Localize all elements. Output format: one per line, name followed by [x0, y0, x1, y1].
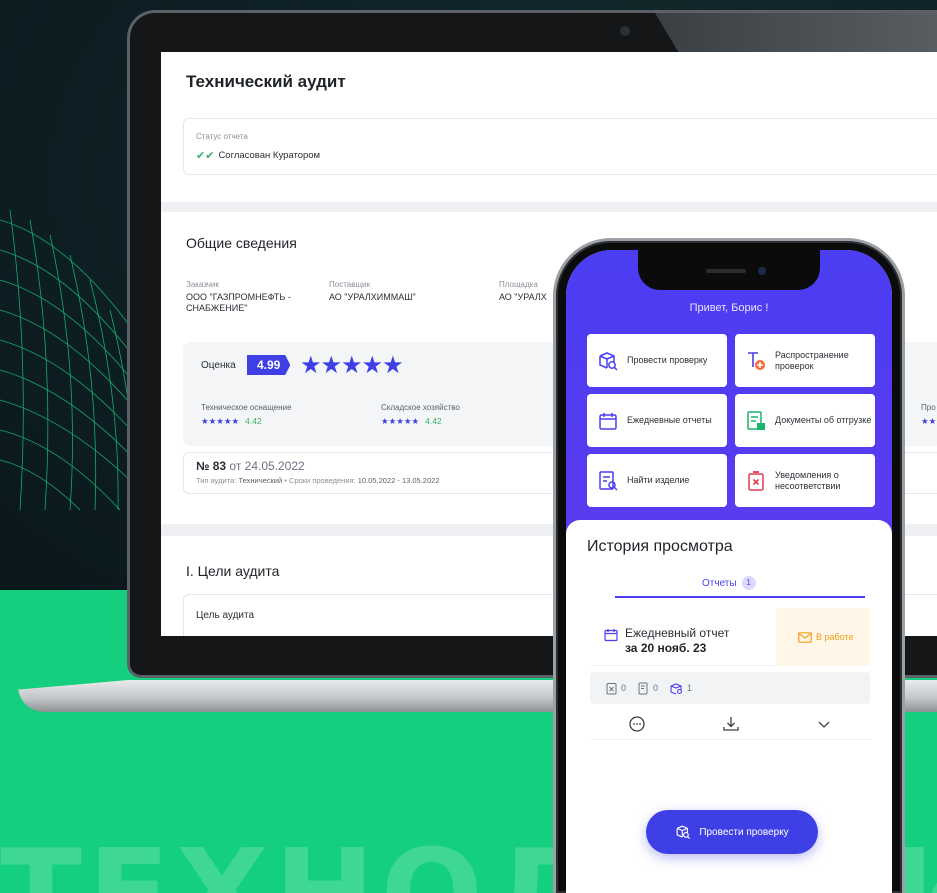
reports-count-badge: 1: [741, 576, 756, 590]
rating-stars-icon: ★★★★★: [300, 352, 404, 379]
calendar-icon: [604, 629, 618, 642]
goal-label: Цель аудита: [196, 610, 255, 621]
tab-reports[interactable]: Отчеты 1: [702, 576, 756, 590]
laptop-camera: [620, 26, 630, 36]
tile-label: Уведомления о несоответствии: [775, 469, 841, 491]
tab-underline: [615, 596, 865, 598]
sub-rating-warehouse: Складское хозяйство ★★★★★ 4.42: [381, 403, 460, 427]
history-title: История просмотра: [587, 538, 733, 555]
tile-start-inspection[interactable]: Провести проверку: [587, 334, 727, 387]
customer-label: Заказчик: [186, 280, 219, 289]
report-status-box: Статус отчета ✔✔ Согласован Куратором: [183, 118, 937, 175]
tile-label: Ежедневные отчеты: [627, 415, 712, 425]
site-label: Площадка: [499, 280, 538, 289]
box-search-icon: [670, 682, 683, 695]
greeting: Привет, Борис !: [689, 302, 769, 314]
document-icon: [638, 682, 648, 694]
tile-label: Документы об отгрузке: [775, 415, 872, 425]
sub-rating-stars: ★★: [921, 416, 937, 426]
nonconformity-icon: [606, 682, 617, 694]
supplier-value: АО "УРАЛХИММАШ": [329, 292, 416, 302]
mail-icon: [798, 631, 812, 643]
phone-camera: [758, 267, 766, 275]
tile-label: Найти изделие: [627, 475, 690, 485]
general-info-title: Общие сведения: [186, 235, 297, 251]
status-badge: В работе: [776, 608, 870, 666]
nonconformity-icon: [748, 470, 764, 491]
audit-number: № 83 от 24.05.2022: [196, 459, 305, 473]
rating-label: Оценка: [201, 360, 236, 371]
phone-notch: [638, 250, 820, 290]
comment-icon[interactable]: [628, 715, 646, 733]
sub-rating-stars: ★★★★★ 4.42: [201, 416, 262, 426]
status-text: Согласован Куратором: [218, 150, 321, 161]
sub-rating-partial: Про ★★: [921, 403, 937, 427]
phone-speaker: [706, 269, 746, 273]
report-actions: [590, 708, 870, 740]
document-count: 0: [638, 682, 658, 695]
customer-field: Заказчик ООО "ГАЗПРОМНЕФТЬ - СНАБЖЕНИЕ": [186, 280, 316, 314]
rating-score-badge: 4.99: [247, 355, 291, 375]
tile-daily-reports[interactable]: Ежедневные отчеты: [587, 394, 727, 447]
tile-distribution[interactable]: Распространение проверок: [735, 334, 875, 387]
tile-find-item[interactable]: Найти изделие: [587, 454, 727, 507]
status-label: Статус отчета: [196, 132, 248, 141]
inspection-count: 1: [670, 682, 692, 695]
double-check-icon: ✔✔: [196, 150, 215, 162]
sub-rating-technical: Техническое оснащение ★★★★★ 4.42: [201, 403, 292, 427]
tile-nonconformity[interactable]: Уведомления о несоответствии: [735, 454, 875, 507]
report-date: за 20 нояб. 23: [625, 641, 707, 655]
audit-meta: Тип аудита: Технический • Сроки проведен…: [196, 476, 440, 485]
supplier-field: Поставщик АО "УРАЛХИММАШ": [329, 280, 459, 303]
wave-mesh-decoration: [0, 209, 140, 510]
box-search-icon: [676, 825, 691, 839]
document-plus-icon: [748, 351, 765, 370]
tile-shipping-docs[interactable]: Документы об отгрузке: [735, 394, 875, 447]
box-search-icon: [599, 351, 618, 371]
sub-rating-stars: ★★★★★ 4.42: [381, 416, 442, 426]
tile-label: Распространение проверок: [775, 349, 849, 371]
chevron-down-icon[interactable]: [816, 716, 832, 732]
report-counts: 0 0 1: [590, 672, 870, 704]
download-icon[interactable]: [722, 715, 740, 733]
goals-title: I. Цели аудита: [186, 563, 280, 579]
start-inspection-button[interactable]: Провести проверку: [646, 810, 818, 854]
header-card: Технический аудит Статус отчета ✔✔ Согла…: [161, 52, 937, 202]
sub-rating-label: Про: [921, 403, 936, 412]
phone-screen: Привет, Борис ! Провести проверку Распро…: [566, 250, 892, 893]
report-card[interactable]: Ежедневный отчет за 20 нояб. 23 В работе: [590, 608, 870, 666]
customer-value: ООО "ГАЗПРОМНЕФТЬ - СНАБЖЕНИЕ": [186, 292, 291, 313]
sub-rating-label: Техническое оснащение: [201, 403, 292, 412]
status-value: ✔✔ Согласован Куратором: [196, 149, 320, 162]
tile-label: Провести проверку: [627, 355, 708, 365]
shipping-doc-icon: [747, 410, 765, 430]
supplier-label: Поставщик: [329, 280, 371, 289]
laptop-glare: [655, 13, 937, 53]
report-type: Ежедневный отчет: [625, 626, 730, 640]
sub-rating-label: Складское хозяйство: [381, 403, 460, 412]
page-title: Технический аудит: [186, 72, 346, 91]
find-doc-icon: [599, 470, 618, 491]
nonconformity-count: 0: [606, 682, 626, 695]
calendar-icon: [599, 412, 617, 430]
